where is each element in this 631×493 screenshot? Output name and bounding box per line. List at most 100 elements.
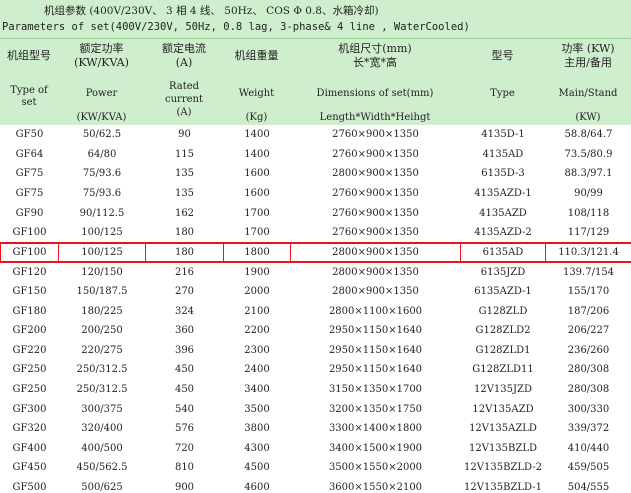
header-cn-line: (A) (175, 56, 193, 69)
header-en-line: Rated (168, 81, 200, 92)
table-cell: 6135D-3 (481, 168, 525, 180)
table-cell: 2100 (244, 305, 270, 317)
table-row: GF220 220/275 396 2300 2950×1150×1640 G128ZLD… (1, 341, 631, 361)
table-cell: 162 (174, 207, 195, 219)
table-cell: 2000 (244, 286, 270, 298)
table-cell: 1400 (244, 129, 270, 141)
header-cn-line: 额定电流 (162, 42, 206, 55)
table-cell: 300/330 (567, 403, 610, 415)
header-en-1: Power (KW/KVA) (58, 87, 145, 123)
table-cell: 504/555 (567, 481, 610, 493)
table-cell: 450 (174, 384, 195, 396)
table-cell: 2950×1150×1640 (328, 364, 423, 376)
title-band: 机组参数 (400V/230V、 3 相 4 线、 50Hz、 COS Φ 0.… (0, 0, 631, 38)
table-header: 机组型号 Type of set 额定功率 (KW/KVA) Power (KW/KVA) 额… (0, 39, 631, 125)
table-cell: 2400 (244, 364, 270, 376)
header-en-line: set (21, 97, 37, 108)
table-cell: 280/308 (567, 384, 610, 396)
header-en-line: Type (490, 88, 515, 99)
table-cell: 270 (174, 286, 195, 298)
header-cn-5: 型号 (460, 49, 545, 63)
table-cell: 4135AZD-1 (474, 188, 532, 200)
header-cn-4: 机组尺寸(mm) 长*宽*高 (290, 42, 460, 70)
table-cell: 187/206 (567, 305, 610, 317)
table-cell: 64/80 (87, 148, 117, 160)
table-cell: GF75 (15, 188, 44, 200)
table-cell: GF220 (12, 344, 47, 356)
table-cell: 88.3/97.1 (564, 168, 613, 180)
table-cell: 300/375 (81, 403, 123, 415)
table-row: GF200 200/250 360 2200 2950×1150×1640 G128ZLD… (1, 321, 631, 341)
table-cell: 180 (174, 226, 195, 238)
table-cell: GF64 (15, 148, 44, 160)
table-cell: 2760×900×1350 (332, 129, 419, 141)
table-cell: 2200 (244, 325, 270, 337)
table-cell: 576 (174, 423, 195, 435)
table-cell: GF75 (15, 168, 44, 180)
table-cell: 6135JZD (480, 266, 526, 278)
table-cell: 3500×1550×2000 (328, 462, 423, 474)
table-cell: 73.5/80.9 (564, 148, 613, 160)
table-cell: 90/112.5 (79, 207, 125, 219)
table-cell: 4135D-1 (481, 129, 525, 141)
table-cell: 3800 (244, 423, 270, 435)
table-cell: 2760×900×1350 (332, 148, 419, 160)
table-cell: 120/150 (81, 266, 123, 278)
table-cell: 155/170 (567, 286, 610, 298)
table-cell: 2800×900×1350 (332, 168, 419, 180)
header-cn-1: 额定功率 (KW/KVA) (58, 42, 145, 70)
header-en-line: (A) (176, 107, 192, 118)
header-en-line: (KW/KVA) (76, 112, 127, 123)
table-row: GF250 250/312.5 450 3400 3150×1350×1700 12V13… (1, 380, 631, 400)
table-cell: 150/187.5 (76, 286, 128, 298)
table-cell: 3500 (244, 403, 270, 415)
table-cell: 12V135AZLD (469, 423, 537, 435)
table-cell: 2800×900×1350 (332, 286, 419, 298)
table-cell: GF320 (12, 423, 47, 435)
table-cell: 4300 (244, 442, 270, 454)
header-en-5: Type (460, 87, 545, 99)
table-cell: 50/62.5 (82, 129, 122, 141)
table-cell: 410/440 (567, 442, 610, 454)
table-cell: 250/312.5 (76, 364, 128, 376)
table-row: GF400 400/500 720 4300 3400×1500×1900 12V135B… (1, 439, 631, 459)
header-en-line: Weight (238, 88, 275, 99)
table-cell: 75/93.6 (82, 168, 122, 180)
header-en-line: (KW) (575, 112, 601, 123)
table-cell: GF50 (15, 129, 44, 141)
table-cell: GF200 (12, 325, 47, 337)
table-cell: 2800×900×1350 (290, 241, 461, 264)
table-cell: 720 (174, 442, 195, 454)
table-cell: 3400×1500×1900 (328, 442, 423, 454)
table-row: GF100 100/125 180 1800 2800×900×1350 6135AD 11… (0, 241, 631, 264)
table-row: GF320 320/400 576 3800 3300×1400×1800 12V135A… (1, 419, 631, 439)
table-cell: 360 (174, 325, 195, 337)
table-cell: 1700 (244, 226, 270, 238)
table-cell: 6135AD (460, 241, 546, 264)
header-cn-2: 额定电流 (A) (145, 42, 223, 70)
header-cn-3: 机组重量 (223, 49, 290, 63)
table-cell: GF500 (12, 481, 47, 493)
header-en-line (223, 99, 290, 111)
table-cell: 4135AZD (479, 207, 527, 219)
table-cell: 200/250 (81, 325, 123, 337)
table-row: GF100 100/125 180 1700 2760×900×1350 4135AZD-… (1, 223, 631, 243)
table-cell: 450/562.5 (76, 462, 128, 474)
table-cell: G128ZLD (478, 305, 528, 317)
spec-table-body: GF50 50/62.5 90 1400 2760×900×1350 4135D-1 58.… (0, 125, 631, 493)
header-en-2: Rated current (A) (145, 80, 223, 119)
table-cell: GF90 (15, 207, 44, 219)
table-cell: 12V135BZLD-2 (464, 462, 542, 474)
header-cn-line: 机组尺寸(mm) (338, 42, 412, 55)
table-cell: 2950×1150×1640 (328, 325, 423, 337)
table-row: GF500 500/625 900 4600 3600×1550×2100 12V135B… (1, 478, 631, 493)
header-en-6: Main/Stand (KW) (545, 87, 631, 123)
table-cell: 4135AZD-2 (474, 226, 532, 238)
table-cell: 500/625 (81, 481, 123, 493)
table-row: GF50 50/62.5 90 1400 2760×900×1350 4135D-1 58.… (1, 125, 631, 145)
header-en-line: (Kg) (245, 112, 268, 123)
table-cell: G128ZLD1 (475, 344, 531, 356)
table-cell: 3200×1350×1750 (328, 403, 423, 415)
table-row: GF250 250/312.5 450 2400 2950×1150×1640 G128Z… (1, 360, 631, 380)
table-cell: 180/225 (81, 305, 123, 317)
